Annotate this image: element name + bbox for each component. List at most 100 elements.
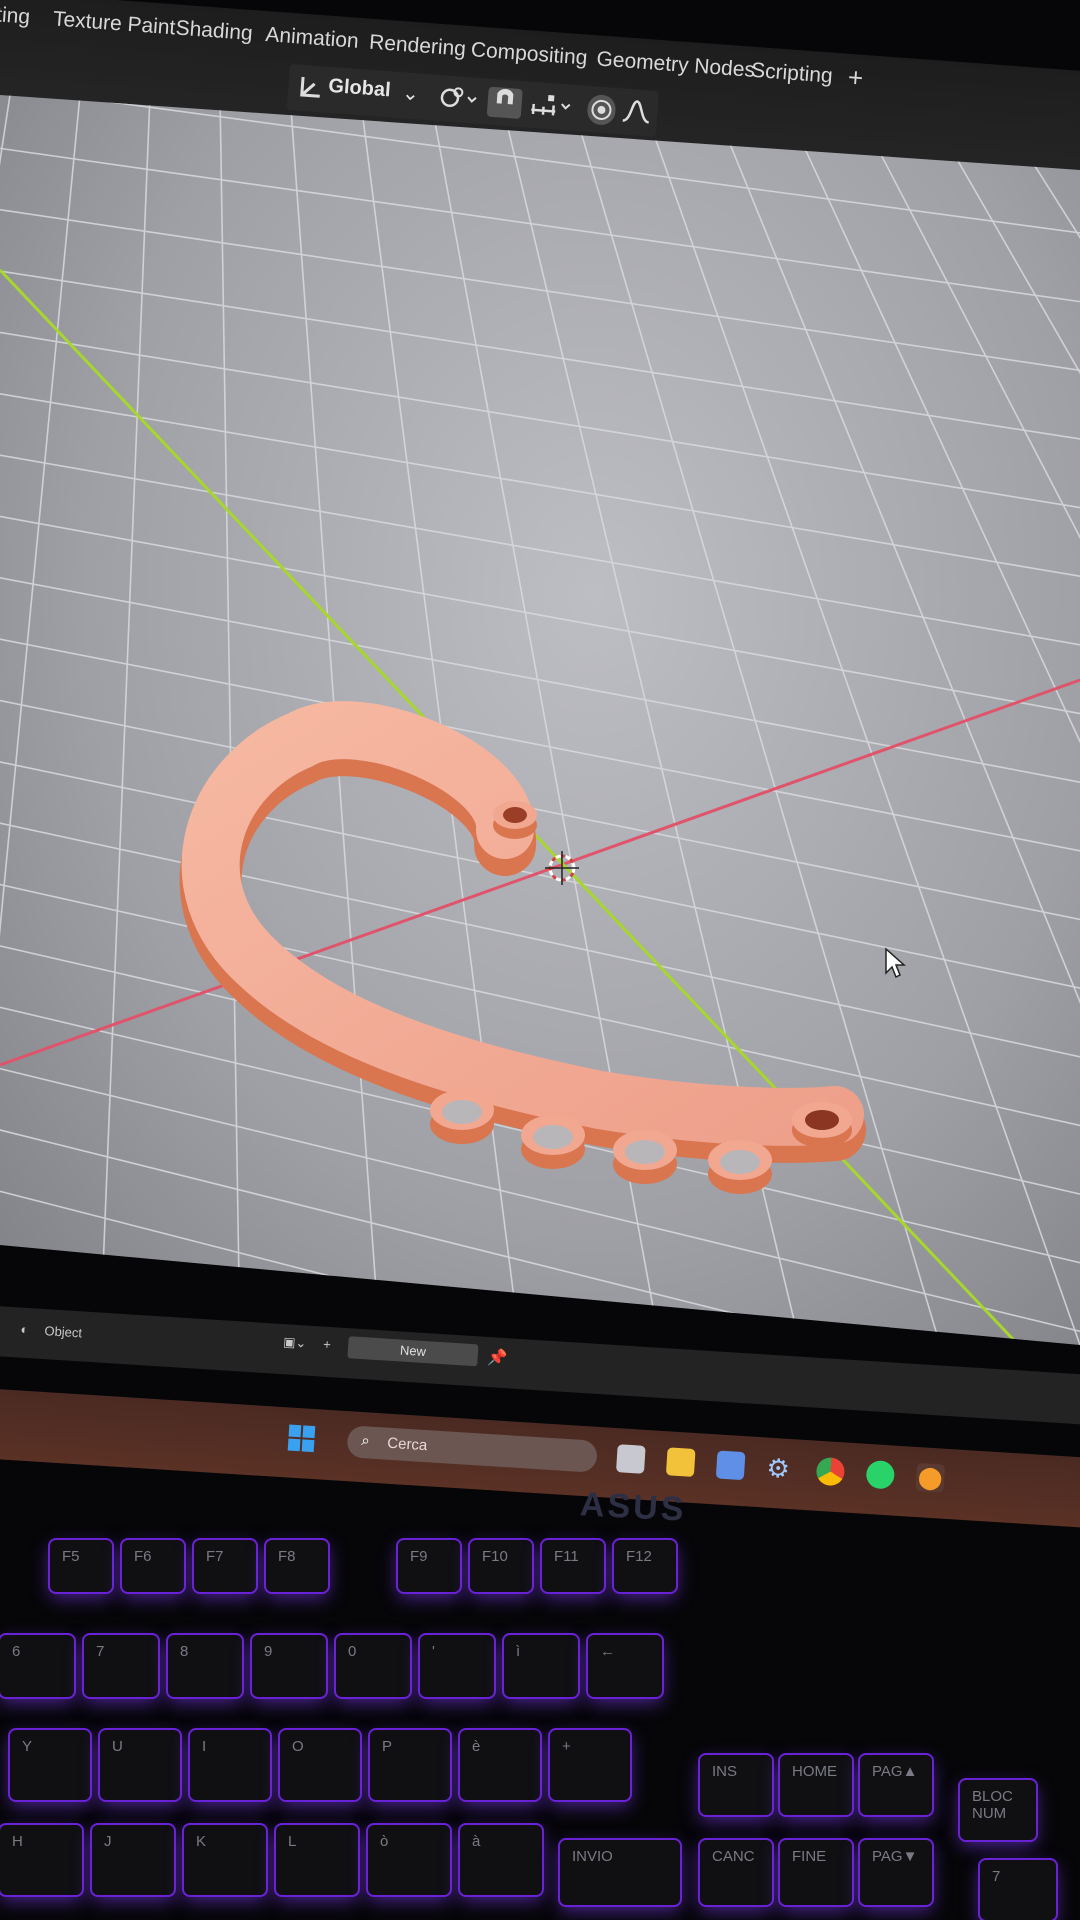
add-workspace-button[interactable]: + — [847, 62, 864, 94]
function-key: F11 — [542, 1540, 604, 1592]
function-key: F10 — [470, 1540, 532, 1592]
key-label: 9 — [264, 1643, 273, 1660]
blender-icon[interactable]: ⬤ — [915, 1462, 946, 1493]
object-mode-icon[interactable]: ◐ — [20, 1322, 29, 1337]
tab-scripting[interactable]: Scripting — [750, 59, 833, 89]
windows-start-icon[interactable] — [287, 1423, 317, 1453]
pin-icon[interactable]: 📌 — [487, 1347, 508, 1368]
snap-magnet-icon[interactable] — [486, 86, 523, 120]
letter-key: O — [280, 1730, 360, 1800]
key-label: HOME — [792, 1763, 837, 1780]
search-placeholder: Cerca — [386, 1434, 428, 1455]
nav-key: PAG▲ — [860, 1755, 932, 1815]
x-axis-line — [0, 678, 1080, 1067]
nav-key: CANC — [700, 1840, 772, 1905]
enter-key: INVIO — [560, 1840, 680, 1905]
key-label: L — [288, 1833, 297, 1850]
tab-shading[interactable]: Shading — [175, 16, 254, 46]
settings-icon[interactable]: ⚙ — [766, 1453, 796, 1484]
viewport-scene — [0, 95, 1080, 1345]
nav-key: HOME — [780, 1755, 852, 1815]
key-label: 0 — [348, 1643, 357, 1660]
grid-line — [0, 299, 1080, 541]
key-label: J — [104, 1833, 112, 1850]
new-button[interactable]: New — [347, 1336, 479, 1367]
key-label: F8 — [278, 1548, 296, 1565]
key-label: à — [472, 1833, 481, 1850]
mode-label[interactable]: Object — [44, 1323, 82, 1340]
key-label: F12 — [626, 1548, 652, 1565]
letter-key: à — [460, 1825, 542, 1895]
key-label: U — [112, 1738, 123, 1755]
key-label: PAG▲ — [872, 1763, 918, 1780]
letter-key: J — [92, 1825, 174, 1895]
falloff-curve-icon[interactable] — [620, 96, 652, 128]
letter-key: K — [184, 1825, 266, 1895]
key-label: FINE — [792, 1848, 827, 1865]
key-label: ← — [600, 1643, 615, 1660]
grid-line — [0, 659, 1080, 961]
data-browse-icon[interactable]: ▣⌄ — [283, 1334, 307, 1351]
key-label: F9 — [410, 1548, 428, 1565]
function-key: F12 — [614, 1540, 676, 1592]
chrome-icon[interactable] — [815, 1456, 846, 1487]
search-icon: ⌕ — [360, 1432, 371, 1450]
number-key: ì — [504, 1635, 578, 1697]
number-key: ← — [588, 1635, 662, 1697]
key-label: + — [562, 1738, 571, 1755]
key-label: 7 — [992, 1868, 1001, 1885]
key-label: 6 — [12, 1643, 21, 1660]
tab-texture-paint[interactable]: Texture Paint — [52, 7, 176, 40]
tab-geometry-nodes[interactable]: Geometry Nodes — [596, 47, 756, 83]
tab-texture-paint-partial[interactable]: ting — [0, 3, 31, 29]
hanging-ring — [720, 1150, 760, 1174]
number-key: 6 — [0, 1635, 74, 1697]
mouse-pointer-icon — [885, 947, 906, 979]
letter-key: I — [190, 1730, 270, 1800]
grid-line — [989, 95, 1080, 1345]
number-key: 0 — [336, 1635, 410, 1697]
backlit-keyboard: F5 F6 F7 F8 F9 F10 F11 F12 6 7 8 9 0 ' ì ← Y U I O Pè + H J K Lò à… — [0, 1540, 1080, 1920]
grid-line — [0, 239, 1080, 471]
letter-key: L — [276, 1825, 358, 1895]
hanging-ring — [625, 1140, 665, 1164]
tab-animation[interactable]: Animation — [265, 23, 360, 54]
nav-key: FINE — [780, 1840, 852, 1905]
pivot-point-icon[interactable] — [437, 83, 479, 116]
add-icon[interactable]: + — [323, 1337, 332, 1352]
taskbar-search-input[interactable]: ⌕ Cerca — [346, 1425, 598, 1473]
key-label: CANC — [712, 1848, 755, 1865]
chevron-down-icon[interactable]: ⌄ — [401, 80, 420, 111]
key-label: ò — [380, 1833, 389, 1850]
key-label: F11 — [554, 1548, 579, 1565]
letter-key: Y — [10, 1730, 90, 1800]
key-label: PAG▼ — [872, 1848, 918, 1865]
key-label: Y — [22, 1738, 33, 1755]
function-key: F8 — [266, 1540, 328, 1592]
snap-increment-icon[interactable] — [527, 90, 579, 124]
task-view-icon[interactable] — [615, 1444, 646, 1474]
key-label: F7 — [206, 1548, 224, 1565]
proportional-editing-icon[interactable] — [586, 93, 617, 126]
key-label: K — [196, 1833, 207, 1850]
transform-orientation-icon[interactable] — [295, 73, 327, 105]
letter-key: è — [460, 1730, 540, 1800]
number-key: ' — [420, 1635, 494, 1697]
key-label: P — [382, 1738, 393, 1755]
3d-viewport[interactable] — [0, 95, 1080, 1345]
tab-rendering[interactable]: Rendering — [368, 31, 466, 62]
tab-compositing[interactable]: Compositing — [470, 38, 588, 70]
grid-line — [0, 179, 1080, 401]
number-key: 9 — [252, 1635, 326, 1697]
file-explorer-icon[interactable] — [665, 1447, 696, 1477]
key-label: H — [12, 1833, 23, 1850]
key-label: O — [292, 1738, 304, 1755]
key-label: è — [472, 1738, 481, 1755]
transform-orientation-select[interactable]: Global — [327, 75, 392, 109]
key-label: INVIO — [572, 1848, 613, 1865]
store-icon[interactable] — [715, 1450, 746, 1481]
key-label: 7 — [96, 1643, 105, 1660]
letter-key: H — [0, 1825, 82, 1895]
whatsapp-icon[interactable] — [865, 1459, 896, 1490]
function-key: F5 — [50, 1540, 112, 1592]
